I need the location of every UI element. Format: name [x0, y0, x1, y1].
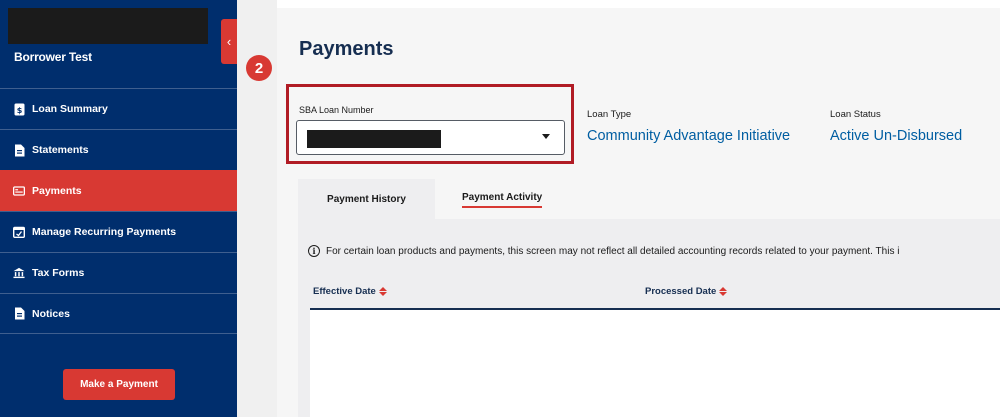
bank-icon — [13, 267, 25, 280]
loan-status-value: Active Un-Disbursed — [830, 128, 963, 144]
loan-number-label: SBA Loan Number — [299, 105, 374, 115]
sidebar-item-label: Notices — [32, 307, 70, 320]
column-header-effective-date[interactable]: Effective Date — [313, 286, 387, 297]
loan-status-label: Loan Status — [830, 109, 881, 120]
sidebar-item-statements[interactable]: Statements — [0, 129, 237, 170]
chevron-left-icon: ‹ — [226, 34, 232, 49]
make-payment-button[interactable]: Make a Payment — [63, 369, 175, 400]
info-notice: i For certain loan products and payments… — [308, 245, 1000, 257]
loan-number-select[interactable] — [296, 120, 565, 155]
notice-icon — [13, 307, 25, 320]
sidebar-item-label: Tax Forms — [32, 267, 85, 279]
sidebar-item-payments[interactable]: Payments — [0, 170, 237, 211]
sidebar-item-label: Loan Summary — [32, 103, 108, 115]
sidebar-item-notices[interactable]: Notices — [0, 293, 237, 334]
page-title: Payments — [299, 38, 394, 60]
svg-text:$: $ — [16, 106, 22, 115]
redacted-loan-number — [307, 130, 441, 148]
table-body — [310, 308, 1000, 417]
document-dollar-icon: $ — [13, 103, 25, 116]
notice-text: For certain loan products and payments, … — [326, 245, 900, 257]
sidebar-item-label: Payments — [32, 185, 82, 197]
sidebar-item-manage-recurring-payments[interactable]: Manage Recurring Payments — [0, 211, 237, 252]
tab-payment-history[interactable]: Payment History — [298, 179, 435, 219]
tab-panel: i For certain loan products and payments… — [298, 219, 1000, 417]
sidebar-item-loan-summary[interactable]: $ Loan Summary — [0, 88, 237, 129]
sidebar-item-label: Manage Recurring Payments — [32, 226, 177, 238]
sort-icon — [719, 287, 728, 296]
sidebar: Borrower Test $ Loan Summary Statements … — [0, 0, 237, 417]
loan-type-label: Loan Type — [587, 109, 632, 120]
card-icon — [13, 185, 25, 198]
caret-down-icon — [542, 134, 550, 139]
loan-type-value: Community Advantage Initiative — [587, 128, 791, 144]
tab-payment-activity[interactable]: Payment Activity — [462, 192, 543, 208]
column-header-label: Effective Date — [313, 286, 376, 297]
redacted-header — [8, 8, 208, 44]
user-name: Borrower Test — [14, 50, 92, 64]
main-content: Payments SBA Loan Number Loan Type Commu… — [277, 8, 1000, 417]
document-icon — [13, 144, 25, 157]
sidebar-item-label: Statements — [32, 144, 89, 156]
sidebar-nav: $ Loan Summary Statements Payments Manag… — [0, 88, 237, 334]
column-header-label: Processed Date — [645, 286, 717, 297]
sort-icon — [378, 287, 387, 296]
sidebar-item-tax-forms[interactable]: Tax Forms — [0, 252, 237, 293]
collapse-sidebar-button[interactable]: ‹ — [221, 19, 237, 64]
step-badge: 2 — [246, 55, 272, 81]
info-icon: i — [308, 245, 320, 257]
column-header-processed-date[interactable]: Processed Date — [645, 286, 728, 297]
calendar-icon — [13, 226, 25, 239]
